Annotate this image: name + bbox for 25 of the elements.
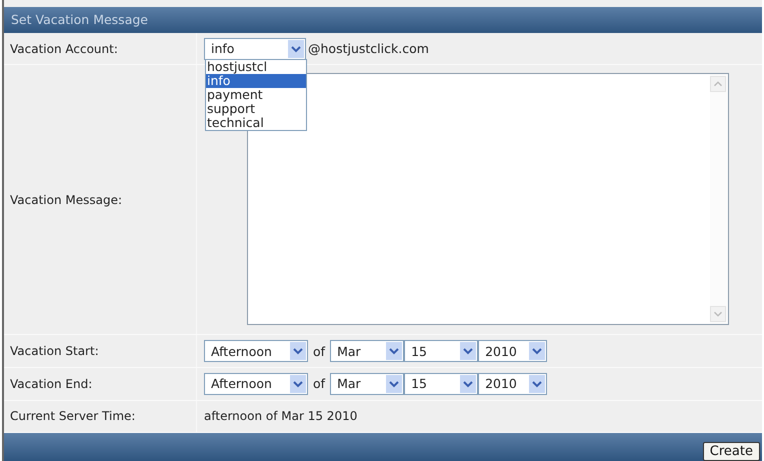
- domain-text: @hostjustclick.com: [308, 41, 429, 56]
- field-label: Vacation Account:: [10, 42, 118, 56]
- dropdown[interactable]: Afternoon: [204, 340, 308, 362]
- field-label: Vacation End:: [10, 376, 92, 391]
- dropdown[interactable]: 2010: [478, 372, 548, 395]
- dropdown[interactable]: Afternoon: [204, 372, 308, 395]
- dropdown-option[interactable]: payment: [206, 88, 306, 102]
- dropdown-option[interactable]: hostjustcl: [206, 60, 306, 74]
- server-time-text: afternoon of Mar 15 2010: [204, 409, 358, 424]
- panel-title: Set Vacation Message: [11, 12, 148, 28]
- create-button[interactable]: Create: [702, 442, 760, 461]
- dropdown[interactable]: 15: [404, 340, 478, 362]
- dropdown-option[interactable]: info: [206, 74, 306, 88]
- dropdown-option[interactable]: technical: [206, 116, 306, 130]
- of-text: of: [312, 376, 326, 392]
- dropdown[interactable]: info: [204, 38, 306, 60]
- field-label: Vacation Start:: [10, 344, 99, 358]
- of-text: of: [312, 344, 326, 359]
- field-label: Vacation Message:: [10, 192, 122, 207]
- field-label: Current Server Time:: [10, 409, 136, 424]
- dropdown[interactable]: 2010: [478, 340, 548, 362]
- dropdown[interactable]: Mar: [330, 340, 404, 362]
- dropdown[interactable]: 15: [404, 372, 478, 395]
- dropdown-option[interactable]: support: [206, 102, 306, 116]
- dropdown[interactable]: Mar: [330, 372, 404, 395]
